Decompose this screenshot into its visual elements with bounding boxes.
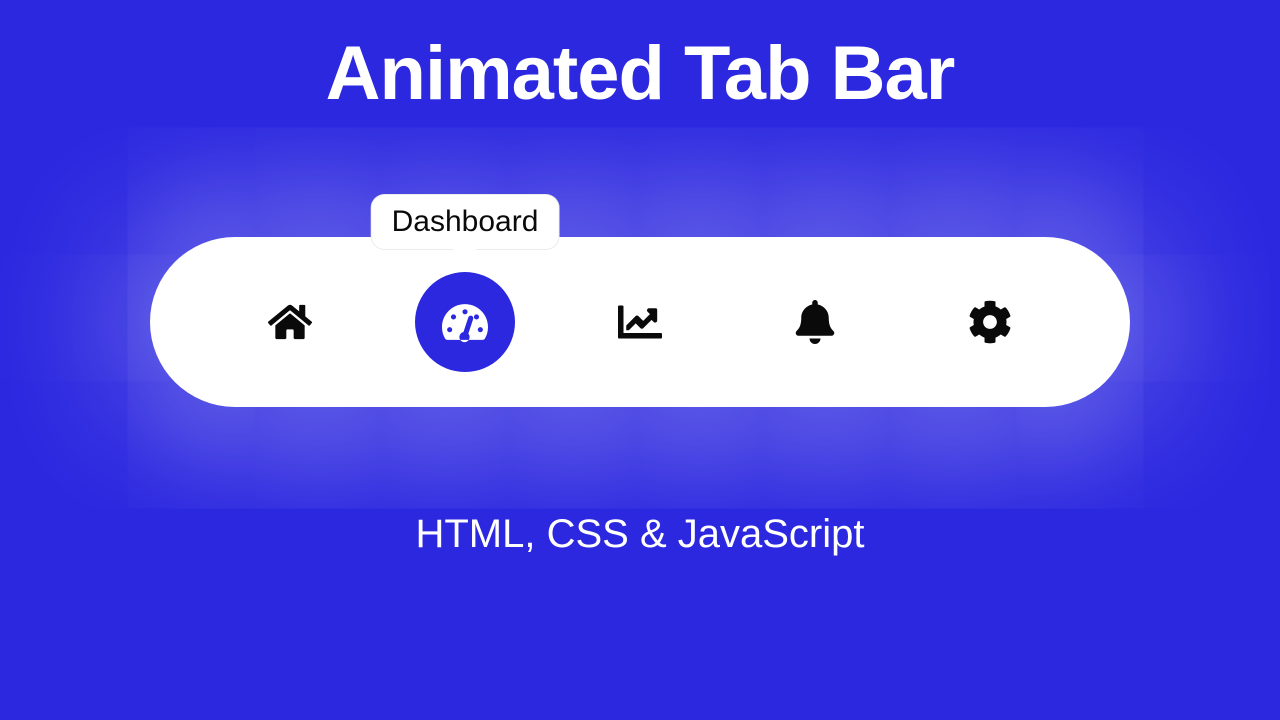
- tooltip-label: Dashboard: [392, 205, 539, 238]
- tab-home[interactable]: [240, 272, 340, 372]
- tab-bar-container: Dashboard: [150, 237, 1130, 407]
- tooltip: Dashboard: [371, 194, 560, 250]
- page-title: Animated Tab Bar: [326, 30, 955, 117]
- page-subtitle: HTML, CSS & JavaScript: [415, 512, 864, 557]
- gear-icon: [968, 300, 1012, 344]
- home-icon: [268, 300, 312, 344]
- tab-bar: Dashboard: [150, 237, 1130, 407]
- tab-notifications[interactable]: [765, 272, 865, 372]
- dashboard-icon: [442, 299, 488, 345]
- tab-analytics[interactable]: [590, 272, 690, 372]
- tab-dashboard[interactable]: Dashboard: [415, 272, 515, 372]
- chart-icon: [618, 300, 662, 344]
- bell-icon: [795, 300, 835, 344]
- tab-settings[interactable]: [940, 272, 1040, 372]
